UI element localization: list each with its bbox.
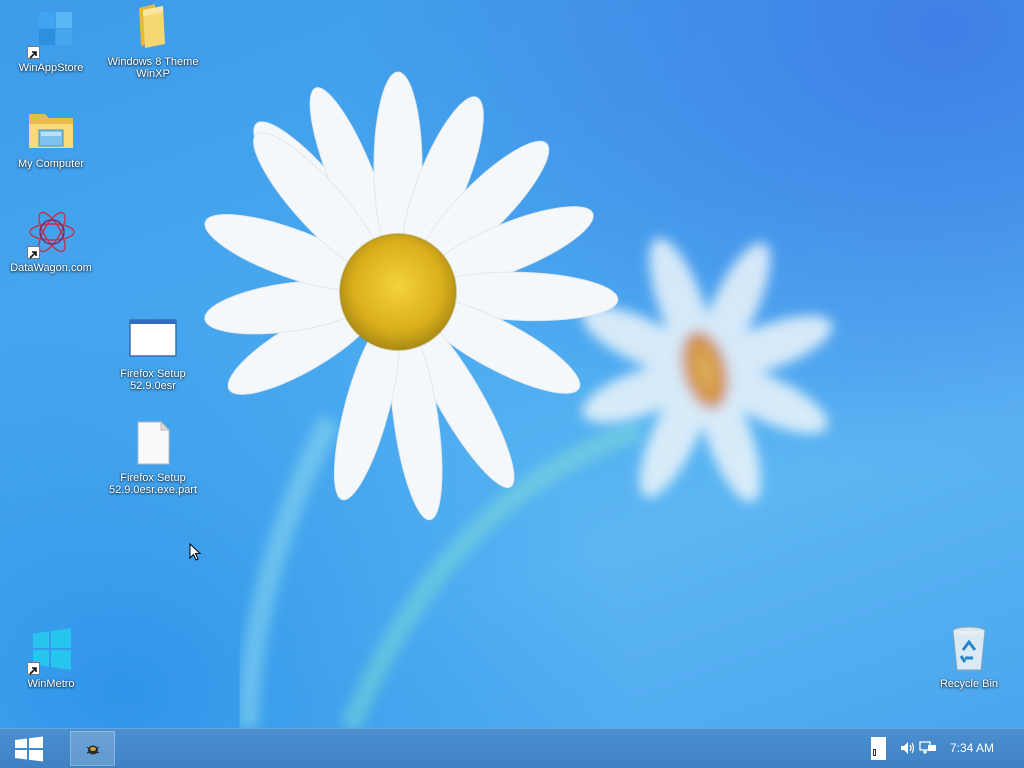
shortcut-arrow-icon: [27, 46, 40, 59]
desktop-icon-datawagon[interactable]: DataWagon.com: [3, 208, 99, 274]
start-button[interactable]: [12, 736, 46, 762]
clock[interactable]: 7:34 AM: [950, 741, 994, 755]
recycle-bin-icon: [943, 624, 995, 676]
desktop-icon-firefox-setup-part[interactable]: Firefox Setup 52.9.0esr.exe.part: [105, 418, 201, 496]
icon-label: WinAppStore: [18, 62, 84, 74]
speaker-icon[interactable]: [900, 741, 916, 755]
windows-logo-icon: [25, 624, 77, 676]
icon-label: Firefox Setup 52.9.0esr.exe.part: [108, 472, 198, 496]
icon-label: WinMetro: [27, 678, 75, 690]
icon-label: Recycle Bin: [939, 678, 999, 690]
datawagon-icon: [25, 208, 77, 260]
shortcut-arrow-icon: [27, 246, 40, 259]
app-bug-icon: [86, 745, 100, 755]
desktop-icon-firefox-setup[interactable]: Firefox Setup 52.9.0esr: [105, 314, 201, 392]
desktop-icon-my-computer[interactable]: My Computer: [3, 104, 99, 170]
show-hidden-icons-button[interactable]: [871, 737, 886, 760]
icon-label: My Computer: [17, 158, 85, 170]
desktop-icon-winmetro[interactable]: WinMetro: [3, 624, 99, 690]
windows-start-icon: [15, 736, 43, 762]
icon-label: Windows 8 Theme WinXP: [107, 56, 199, 80]
winappstore-icon: [25, 8, 77, 60]
application-window-icon: [127, 314, 179, 366]
icon-label: DataWagon.com: [10, 262, 92, 274]
desktop-icon-winappstore[interactable]: WinAppStore: [3, 8, 99, 74]
icon-label: Firefox Setup 52.9.0esr: [120, 368, 186, 392]
desktop-icon-windows8-theme[interactable]: Windows 8 Theme WinXP: [105, 2, 201, 80]
desktop-icon-recycle-bin[interactable]: Recycle Bin: [921, 624, 1017, 690]
network-icon[interactable]: [919, 740, 937, 756]
mouse-cursor-icon: [189, 543, 202, 561]
folder-icon: [127, 2, 179, 54]
taskbar-app-button[interactable]: [70, 731, 115, 766]
tray-indicator-icon: [873, 749, 876, 756]
desktop: WinAppStore Windows 8 Theme WinXP My Com…: [0, 0, 1024, 728]
blank-file-icon: [127, 418, 179, 470]
my-computer-icon: [25, 104, 77, 156]
shortcut-arrow-icon: [27, 662, 40, 675]
taskbar: 7:34 AM: [0, 728, 1024, 768]
